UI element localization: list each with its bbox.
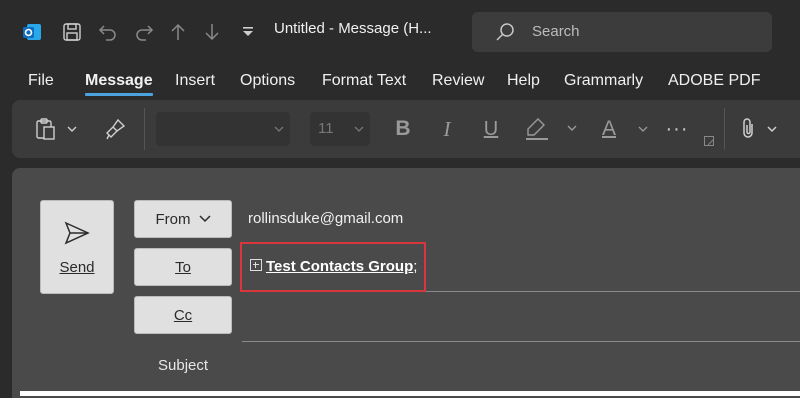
bold-button[interactable]: B xyxy=(390,112,416,146)
title-bar: Untitled - Message (H... Search xyxy=(0,0,800,66)
italic-button[interactable]: I xyxy=(434,112,460,146)
menu-message[interactable]: Message xyxy=(85,72,153,96)
menu-grammarly[interactable]: Grammarly xyxy=(564,72,643,90)
more-options-button[interactable]: ··· xyxy=(662,112,692,146)
search-placeholder: Search xyxy=(532,23,580,40)
send-button[interactable]: Send xyxy=(40,200,114,294)
menu-format-text[interactable]: Format Text xyxy=(322,72,406,90)
subject-label: Subject xyxy=(158,357,209,374)
menu-adobe-pdf[interactable]: ADOBE PDF xyxy=(668,72,760,90)
menu-options[interactable]: Options xyxy=(240,72,295,90)
menu-bar: File Message Insert Options Format Text … xyxy=(0,66,800,98)
from-field[interactable]: rollinsduke@gmail.com xyxy=(242,200,800,236)
font-size-dropdown[interactable]: 11 xyxy=(310,112,370,146)
menu-review[interactable]: Review xyxy=(432,72,484,90)
customize-toolbar-icon[interactable] xyxy=(232,14,264,50)
menu-help[interactable]: Help xyxy=(507,72,540,90)
dialog-launcher-icon[interactable] xyxy=(702,134,716,148)
cc-field-underline xyxy=(242,341,800,342)
from-label: From xyxy=(155,210,191,228)
font-size-value: 11 xyxy=(318,120,334,137)
message-body[interactable] xyxy=(20,391,800,396)
ribbon-separator xyxy=(144,108,145,150)
cc-label: Cc xyxy=(173,306,193,324)
ribbon-toolbar: 11 B I U A ··· xyxy=(12,100,800,158)
down-arrow-icon[interactable] xyxy=(196,14,228,50)
window-title: Untitled - Message (H... xyxy=(274,20,432,37)
format-painter-icon[interactable] xyxy=(100,112,130,146)
search-icon xyxy=(494,21,516,48)
cc-button[interactable]: Cc xyxy=(134,296,232,334)
italic-label: I xyxy=(443,116,451,141)
menu-insert[interactable]: Insert xyxy=(175,72,215,90)
up-arrow-icon[interactable] xyxy=(162,14,194,50)
font-name-dropdown[interactable] xyxy=(156,112,290,146)
chevron-down-icon xyxy=(198,215,211,223)
from-address: rollinsduke@gmail.com xyxy=(248,210,404,227)
attach-file-button[interactable] xyxy=(736,112,780,146)
font-color-button[interactable]: A xyxy=(594,112,656,146)
redo-icon[interactable] xyxy=(128,14,160,50)
cc-field[interactable] xyxy=(242,292,800,342)
from-button[interactable]: From xyxy=(134,200,232,238)
underline-button[interactable]: U xyxy=(478,112,504,146)
bold-label: B xyxy=(395,117,411,140)
undo-icon[interactable] xyxy=(92,14,124,50)
underline-label: U xyxy=(483,117,499,140)
font-color-label: A xyxy=(601,117,616,140)
outlook-app-icon[interactable] xyxy=(16,14,48,50)
paste-button[interactable] xyxy=(30,112,82,146)
subject-field[interactable] xyxy=(242,344,800,384)
send-label: Send xyxy=(59,259,95,276)
ribbon-separator xyxy=(724,108,725,150)
to-button[interactable]: To xyxy=(134,248,232,286)
highlight-color-button[interactable] xyxy=(520,112,580,146)
more-label: ··· xyxy=(665,117,689,140)
save-icon[interactable] xyxy=(56,14,88,50)
search-box[interactable]: Search xyxy=(472,12,772,52)
menu-file[interactable]: File xyxy=(28,72,54,90)
highlight-annotation-box xyxy=(240,242,426,292)
to-label: To xyxy=(175,258,191,276)
